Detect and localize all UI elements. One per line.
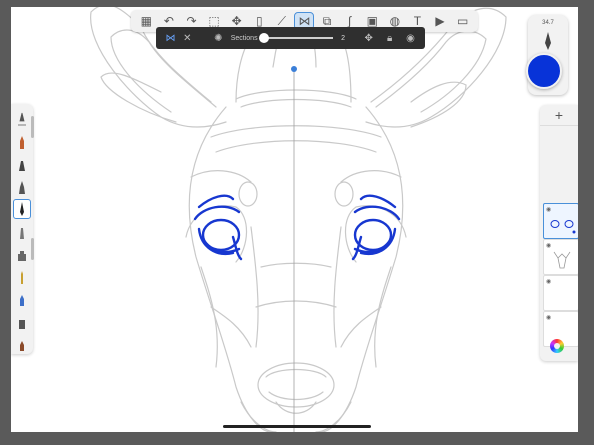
current-color-swatch[interactable] [526,53,562,89]
deer-sketch [90,7,507,432]
brush-library [11,104,34,354]
layer-eyes[interactable]: ◉ [543,203,578,239]
layer-empty[interactable]: ◉ [543,275,578,311]
color-wheel-icon[interactable] [550,339,564,353]
ink-brush-icon[interactable] [14,110,30,128]
paint-brush-icon[interactable] [14,335,30,353]
gallery-icon[interactable]: ▦ [137,13,155,29]
blue-pencil-icon[interactable] [14,290,30,308]
size-handle[interactable] [31,238,34,260]
symmetry-radial-icon[interactable]: ✺ [210,30,227,46]
home-indicator[interactable] [223,425,371,428]
add-layer-button[interactable]: + [540,105,578,126]
drawing-canvas[interactable]: ▦ ↶ ↷ ⬚ ✥ ▯ ⟋ ⋈ ⧉ ∫ ▣ ◍ T ▶ ▭ ⋈ ✕ ✺ Sect… [11,7,578,432]
symmetry-panel: ⋈ ✕ ✺ Sections 2 ✥ 🔒︎ ◉ [156,27,425,49]
visibility-icon[interactable]: ◉ [402,30,419,46]
layer-thumbnail [553,251,571,269]
opacity-handle[interactable] [31,116,34,138]
brush-size-value: 34.7 [542,20,554,26]
pencil-brush-icon[interactable] [13,199,31,219]
video-icon[interactable]: ▶ [431,13,449,29]
marker-brush-icon[interactable] [14,133,30,151]
calligraphy-brush-icon[interactable] [14,178,30,196]
layer-thumbnail [550,220,576,234]
layers-panel: + ◉ ◉ ◉ ◉ [540,105,578,361]
layer-visibility-icon[interactable]: ◉ [546,314,551,321]
sections-label: Sections [230,34,258,42]
wide-marker-icon[interactable] [14,245,30,263]
symmetry-center-icon[interactable]: ✥ [360,30,377,46]
graphite-brush-icon[interactable] [14,223,30,241]
sections-slider[interactable] [258,33,334,43]
symmetry-horizontal-icon[interactable]: ✕ [179,30,196,46]
pen-brush-icon[interactable] [14,155,30,173]
layer-visibility-icon[interactable]: ◉ [546,278,551,285]
layer-sketch[interactable]: ◉ [543,239,578,275]
brush-tip-icon [545,32,551,50]
fullscreen-icon[interactable]: ▭ [454,13,472,29]
sections-value: 2 [341,34,345,42]
sections-slider-knob[interactable] [258,33,269,43]
gold-pencil-icon[interactable] [14,268,30,286]
flat-brush-icon[interactable] [14,313,30,331]
lock-icon[interactable]: 🔒︎ [381,30,398,46]
symmetry-mirror-icon[interactable]: ⋈ [162,30,179,46]
